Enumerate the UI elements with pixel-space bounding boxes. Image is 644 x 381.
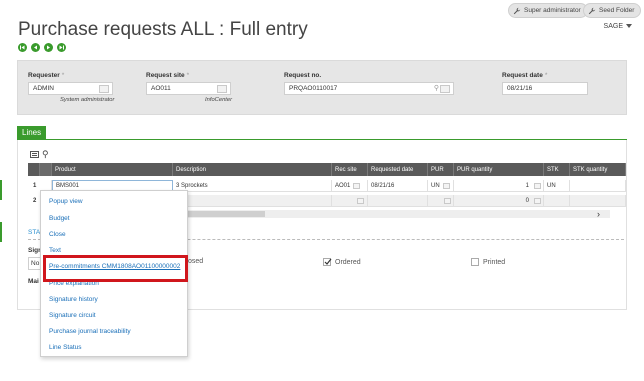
highlight-box [43, 255, 188, 282]
request-no-label: Request no. [284, 72, 322, 79]
request-no-field[interactable]: PRQAO0110017 ⚲ [284, 82, 454, 95]
cell-pur[interactable]: UN [428, 180, 454, 192]
lookup-icon[interactable] [357, 197, 364, 204]
lookup-icon[interactable] [444, 197, 451, 204]
cell-rec-site[interactable] [332, 195, 368, 207]
ordered-checkbox[interactable]: Ordered [323, 258, 361, 266]
column-header-pur-quantity[interactable]: PUR quantity [454, 163, 544, 176]
menu-item-line-status[interactable]: Line Status [49, 344, 82, 351]
request-date-field[interactable]: 08/21/16 [502, 82, 588, 95]
wrench-icon [513, 7, 521, 14]
menu-item-budget[interactable]: Budget [49, 215, 70, 222]
column-header-stk-quantity[interactable]: STK quantity [570, 163, 626, 176]
request-date-label: Request date * [502, 72, 548, 79]
first-record-icon[interactable] [18, 43, 27, 52]
cell-description[interactable] [188, 195, 332, 207]
closed-checkbox-label: osed [188, 258, 204, 265]
grid-corner [28, 163, 40, 176]
status-section-label: STA [28, 229, 41, 236]
request-site-label: Request site * [146, 72, 190, 79]
lookup-icon[interactable] [217, 85, 227, 93]
page-title: Purchase requests ALL : Full entry [18, 19, 308, 40]
menu-item-popup-view[interactable]: Popup view [49, 198, 83, 205]
grid-options-icon[interactable] [30, 151, 39, 158]
column-header-stk[interactable]: STK [544, 163, 570, 176]
lookup-icon[interactable] [442, 182, 450, 189]
side-marker [0, 180, 2, 200]
side-marker [0, 222, 2, 242]
cell-stk[interactable] [544, 195, 570, 207]
column-header-rec-site[interactable]: Rec site [332, 163, 368, 176]
previous-record-icon[interactable] [31, 43, 40, 52]
cell-pur[interactable] [428, 195, 454, 207]
lookup-icon[interactable] [99, 85, 109, 93]
cell-rec-site[interactable]: AO01 [332, 180, 368, 192]
menu-item-signature-circuit[interactable]: Signature circuit [49, 312, 96, 319]
cell-description[interactable]: 3 Sprockets [173, 180, 332, 192]
requester-label: Requester * [28, 72, 65, 79]
printed-checkbox[interactable]: Printed [471, 258, 505, 266]
cell-requested-date[interactable] [368, 195, 428, 207]
column-header-pur[interactable]: PUR [428, 163, 454, 176]
request-site-description: InfoCenter [205, 97, 233, 103]
checkbox-icon [471, 258, 479, 266]
menu-item-purchase-journal-traceability[interactable]: Purchase journal traceability [49, 328, 131, 335]
search-icon[interactable]: ⚲ [434, 84, 439, 92]
cell-requested-date[interactable]: 08/21/16 [368, 180, 428, 192]
lookup-icon[interactable] [353, 182, 361, 189]
header-panel: Requester * ADMIN System administrator Re… [17, 60, 627, 115]
cell-pur-quantity[interactable]: 1 [454, 180, 544, 192]
company-selector[interactable]: SAGE [604, 23, 632, 30]
folder-label: Seed Folder [599, 7, 635, 14]
row-number: 2 [33, 198, 37, 204]
record-navigation [18, 43, 66, 52]
column-header-product[interactable]: Product [52, 163, 173, 176]
request-site-field[interactable]: AO011 [146, 82, 231, 95]
cell-stk[interactable]: UN [544, 180, 570, 192]
wrench-icon [588, 7, 596, 14]
calculator-icon[interactable] [534, 197, 541, 204]
horizontal-scrollbar[interactable]: › [170, 209, 610, 219]
cell-stk-quantity[interactable] [570, 180, 626, 192]
next-record-icon[interactable] [44, 43, 53, 52]
requester-description: System administrator [60, 97, 115, 103]
menu-item-close[interactable]: Close [49, 231, 66, 238]
tab-lines[interactable]: Lines [17, 126, 47, 140]
user-role-button[interactable]: Super administrator [508, 3, 588, 18]
row-number: 1 [33, 183, 37, 189]
last-record-icon[interactable] [57, 43, 66, 52]
chevron-down-icon [626, 24, 632, 29]
main-label: Mai [28, 278, 39, 285]
grid-select-column [40, 163, 52, 176]
lookup-icon[interactable] [440, 85, 450, 93]
column-header-description[interactable]: Description [173, 163, 332, 176]
cell-stk-quantity[interactable] [570, 195, 626, 207]
menu-item-text[interactable]: Text [49, 247, 61, 254]
checkbox-checked-icon [323, 258, 332, 266]
chevron-right-icon[interactable]: › [597, 209, 600, 219]
search-icon[interactable]: ⚲ [42, 149, 49, 160]
requester-field[interactable]: ADMIN [28, 82, 113, 95]
folder-button[interactable]: Seed Folder [583, 3, 642, 18]
cell-pur-quantity[interactable]: 0 [454, 195, 544, 207]
user-role-label: Super administrator [524, 7, 581, 14]
company-label: SAGE [603, 23, 623, 30]
column-header-requested-date[interactable]: Requested date [368, 163, 428, 176]
calculator-icon[interactable] [534, 182, 541, 189]
menu-item-signature-history[interactable]: Signature history [49, 296, 98, 303]
